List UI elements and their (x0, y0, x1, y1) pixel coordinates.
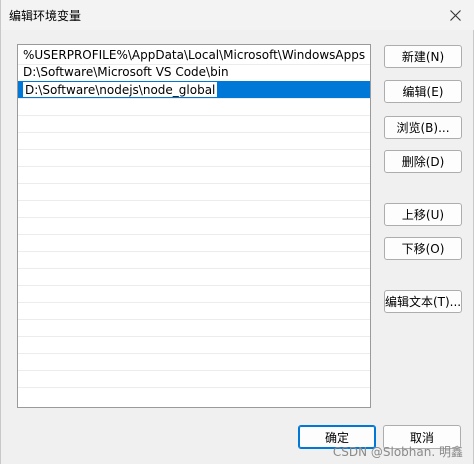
row-divider (18, 336, 370, 337)
close-button[interactable] (435, 0, 474, 30)
edit-button[interactable]: 编辑(E) (384, 80, 462, 103)
path-list[interactable]: %USERPROFILE%\AppData\Local\Microsoft\Wi… (17, 44, 371, 408)
move-down-button[interactable]: 下移(O) (384, 237, 462, 260)
close-icon (449, 9, 461, 21)
row-divider (18, 217, 370, 218)
browse-button[interactable]: 浏览(B)... (384, 116, 462, 139)
row-divider (18, 319, 370, 320)
row-divider (18, 234, 370, 235)
path-list-item-selected[interactable] (18, 81, 370, 98)
path-edit-input[interactable] (22, 81, 218, 98)
row-divider (18, 149, 370, 150)
row-divider (18, 200, 370, 201)
edit-text-button[interactable]: 编辑文本(T)... (384, 290, 462, 313)
row-divider (18, 251, 370, 252)
title-bar: 编辑环境变量 (1, 0, 474, 30)
row-divider (18, 268, 370, 269)
delete-button[interactable]: 删除(D) (384, 150, 462, 173)
watermark: CSDN @Slobhan. 明鑫 (332, 445, 463, 459)
new-button[interactable]: 新建(N) (384, 45, 462, 68)
row-divider (18, 183, 370, 184)
path-list-item[interactable]: %USERPROFILE%\AppData\Local\Microsoft\Wi… (18, 47, 370, 64)
row-divider (18, 302, 370, 303)
edit-env-variable-dialog: 编辑环境变量 %USERPROFILE%\AppData\Local\Micro… (0, 0, 474, 464)
row-divider (18, 370, 370, 371)
row-divider (18, 166, 370, 167)
row-divider (18, 132, 370, 133)
move-up-button[interactable]: 上移(U) (384, 203, 462, 226)
row-divider (18, 115, 370, 116)
row-divider (18, 98, 370, 99)
row-divider (18, 353, 370, 354)
window-title: 编辑环境变量 (9, 9, 82, 23)
row-divider (18, 285, 370, 286)
row-divider (18, 387, 370, 388)
path-list-item[interactable]: D:\Software\Microsoft VS Code\bin (18, 64, 370, 81)
